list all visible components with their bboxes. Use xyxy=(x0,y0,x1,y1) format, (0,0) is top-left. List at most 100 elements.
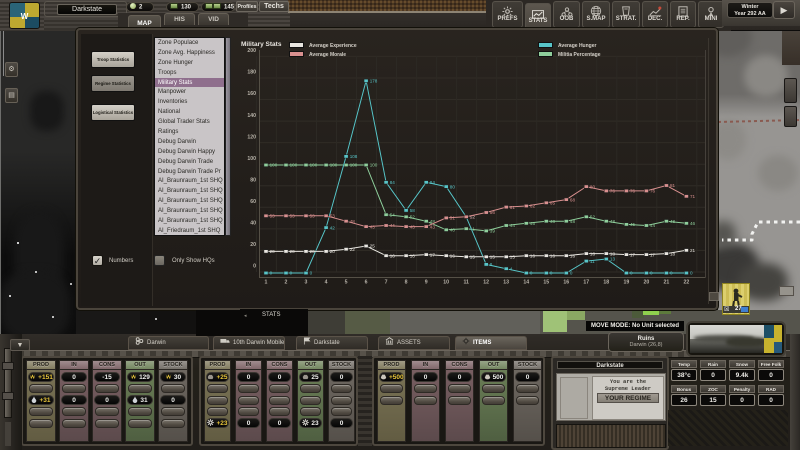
svg-text:200: 200 xyxy=(247,48,256,54)
svg-text:61: 61 xyxy=(510,205,516,210)
svg-text:4: 4 xyxy=(510,266,513,271)
svg-text:48: 48 xyxy=(550,219,556,224)
svg-text:13: 13 xyxy=(503,280,509,286)
svg-text:140: 140 xyxy=(247,113,256,119)
svg-text:0: 0 xyxy=(270,271,273,276)
svg-text:100: 100 xyxy=(270,163,278,168)
svg-text:10: 10 xyxy=(443,280,449,286)
svg-text:2: 2 xyxy=(285,280,288,286)
svg-text:53: 53 xyxy=(330,214,336,219)
svg-text:25: 25 xyxy=(370,244,376,249)
svg-text:54: 54 xyxy=(390,212,396,217)
svg-text:20: 20 xyxy=(644,280,650,286)
svg-text:39: 39 xyxy=(490,229,496,234)
svg-text:20: 20 xyxy=(290,249,296,254)
svg-text:53: 53 xyxy=(270,214,276,219)
svg-text:0: 0 xyxy=(630,271,633,276)
svg-text:56: 56 xyxy=(490,210,496,215)
svg-text:17: 17 xyxy=(583,280,589,286)
svg-text:53: 53 xyxy=(310,214,316,219)
svg-text:16: 16 xyxy=(550,253,556,258)
svg-text:178: 178 xyxy=(370,79,378,84)
svg-text:16: 16 xyxy=(410,253,416,258)
svg-text:1: 1 xyxy=(265,280,268,286)
svg-text:15: 15 xyxy=(543,280,549,286)
svg-text:21: 21 xyxy=(664,280,670,286)
svg-text:0: 0 xyxy=(550,271,553,276)
svg-text:46: 46 xyxy=(690,221,696,226)
svg-text:180: 180 xyxy=(247,70,256,76)
svg-text:80: 80 xyxy=(590,184,596,189)
svg-text:58: 58 xyxy=(410,208,416,213)
svg-text:80: 80 xyxy=(450,184,456,189)
svg-text:16: 16 xyxy=(563,280,569,286)
svg-text:60: 60 xyxy=(250,199,256,205)
svg-text:7: 7 xyxy=(385,280,388,286)
svg-text:13: 13 xyxy=(610,257,616,262)
svg-text:15: 15 xyxy=(490,255,496,260)
svg-text:16: 16 xyxy=(530,253,536,258)
svg-text:100: 100 xyxy=(370,163,378,168)
svg-text:15: 15 xyxy=(470,255,476,260)
svg-text:76: 76 xyxy=(650,189,656,194)
svg-text:40: 40 xyxy=(250,221,256,227)
svg-text:48: 48 xyxy=(670,219,676,224)
svg-text:51: 51 xyxy=(450,216,456,221)
svg-text:20: 20 xyxy=(270,249,276,254)
svg-text:48: 48 xyxy=(350,219,356,224)
svg-text:18: 18 xyxy=(603,280,609,286)
svg-text:18: 18 xyxy=(590,251,596,256)
svg-text:12: 12 xyxy=(483,280,489,286)
svg-text:44: 44 xyxy=(390,223,396,228)
svg-text:76: 76 xyxy=(630,189,636,194)
svg-text:20: 20 xyxy=(330,249,336,254)
svg-text:16: 16 xyxy=(570,253,576,258)
svg-text:160: 160 xyxy=(247,91,256,97)
svg-text:43: 43 xyxy=(370,224,376,229)
svg-text:100: 100 xyxy=(310,163,318,168)
svg-text:17: 17 xyxy=(650,252,656,257)
svg-text:22: 22 xyxy=(350,247,356,252)
svg-text:68: 68 xyxy=(570,197,576,202)
svg-text:16: 16 xyxy=(450,253,456,258)
svg-text:8: 8 xyxy=(405,280,408,286)
svg-text:0: 0 xyxy=(290,271,293,276)
svg-text:20: 20 xyxy=(250,242,256,248)
svg-text:46: 46 xyxy=(530,221,536,226)
svg-text:11: 11 xyxy=(463,280,469,286)
svg-text:44: 44 xyxy=(510,223,516,228)
svg-text:120: 120 xyxy=(247,134,256,140)
svg-text:48: 48 xyxy=(570,219,576,224)
svg-text:6: 6 xyxy=(365,280,368,286)
svg-text:44: 44 xyxy=(650,223,656,228)
svg-text:18: 18 xyxy=(610,251,616,256)
svg-text:80: 80 xyxy=(250,178,256,184)
svg-text:42: 42 xyxy=(330,225,336,230)
svg-text:9: 9 xyxy=(425,280,428,286)
svg-text:22: 22 xyxy=(684,280,690,286)
svg-text:100: 100 xyxy=(290,163,298,168)
svg-text:45: 45 xyxy=(630,222,636,227)
svg-text:21: 21 xyxy=(690,248,696,253)
svg-text:5: 5 xyxy=(345,280,348,286)
svg-text:0: 0 xyxy=(670,271,673,276)
svg-text:17: 17 xyxy=(430,252,436,257)
svg-text:84: 84 xyxy=(390,180,396,185)
svg-text:52: 52 xyxy=(410,215,416,220)
svg-text:0: 0 xyxy=(690,271,693,276)
svg-text:52: 52 xyxy=(590,215,596,220)
svg-text:100: 100 xyxy=(247,156,256,162)
svg-text:11: 11 xyxy=(590,259,595,264)
svg-text:0: 0 xyxy=(650,271,653,276)
svg-text:43: 43 xyxy=(430,224,436,229)
svg-text:84: 84 xyxy=(430,180,436,185)
svg-text:48: 48 xyxy=(610,219,616,224)
svg-text:4: 4 xyxy=(325,280,328,286)
svg-text:71: 71 xyxy=(690,194,696,199)
svg-text:65: 65 xyxy=(550,201,556,206)
svg-text:100: 100 xyxy=(330,163,338,168)
svg-text:18: 18 xyxy=(670,251,676,256)
svg-text:100: 100 xyxy=(350,163,358,168)
svg-text:0: 0 xyxy=(530,271,533,276)
svg-text:0: 0 xyxy=(310,271,313,276)
